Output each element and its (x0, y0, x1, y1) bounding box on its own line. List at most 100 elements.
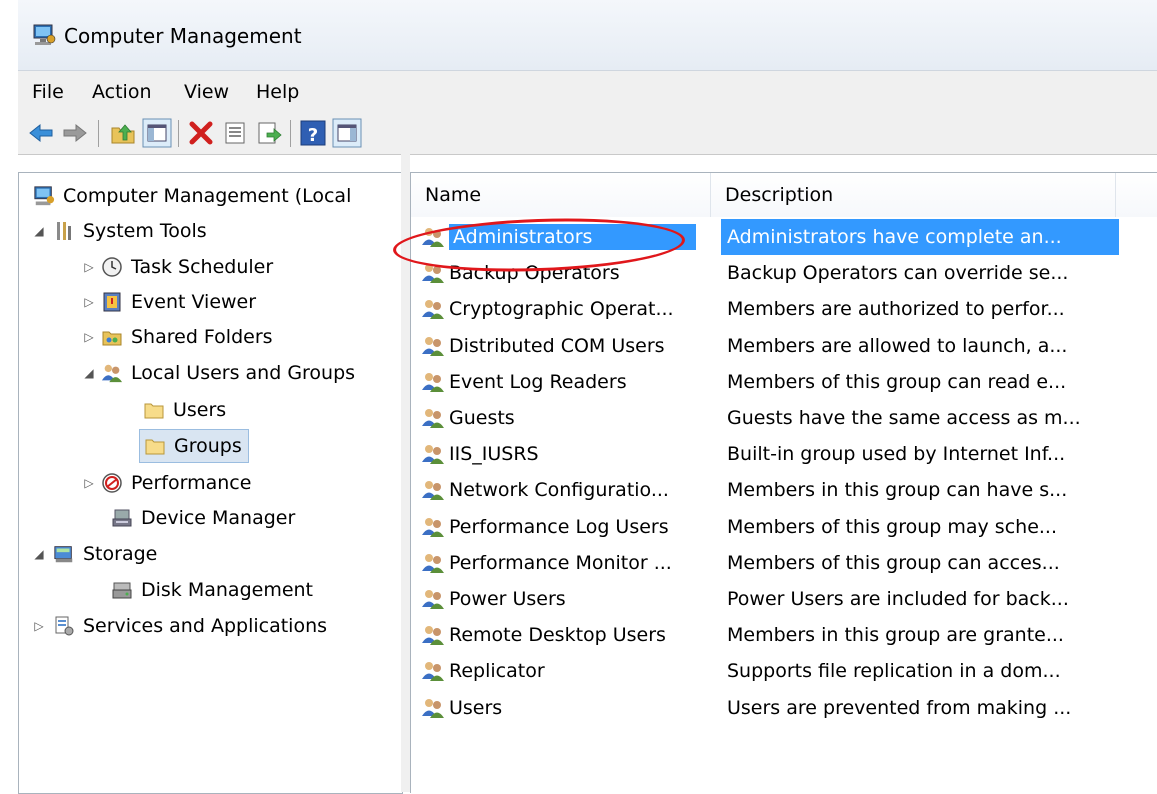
list-item[interactable]: IIS_IUSRS Built-in group used by Internet… (411, 436, 1157, 472)
forward-icon[interactable] (60, 118, 90, 148)
list-item[interactable]: Event Log Readers Members of this group c… (411, 364, 1157, 400)
collapsed-arrow-icon[interactable]: ▷ (81, 260, 97, 274)
tree-item-performance[interactable]: ▷ Performance (81, 466, 251, 500)
toolbar-separator (290, 120, 291, 147)
delete-icon[interactable] (186, 118, 216, 148)
list-item[interactable]: Performance Monitor ... Members of this g… (411, 545, 1157, 581)
window-left-edge (0, 154, 18, 792)
group-icon (422, 698, 444, 718)
list-item[interactable]: Replicator Supports file replication in a… (411, 653, 1157, 689)
folder-icon (145, 439, 165, 455)
event-viewer-icon (103, 292, 121, 312)
shared-folder-icon (102, 331, 122, 346)
group-icon (422, 300, 444, 320)
tree-label: System Tools (83, 220, 207, 242)
group-name-cell: Performance Log Users (421, 509, 669, 545)
column-header-label: Name (425, 184, 482, 206)
list-item[interactable]: Performance Log Users Members of this gro… (411, 509, 1157, 545)
disk-management-icon (112, 582, 132, 599)
group-name: IIS_IUSRS (449, 443, 539, 466)
system-tools-icon (57, 222, 71, 240)
group-icon (422, 481, 444, 501)
tree-item-root[interactable]: Computer Management (Local (33, 179, 351, 213)
list-item[interactable]: Power Users Power Users are included for … (411, 581, 1157, 617)
list-item[interactable]: Network Configuratio... Members in this g… (411, 472, 1157, 508)
group-description: Members are allowed to launch, a... (727, 334, 1068, 357)
group-name-cell: Power Users (421, 581, 566, 617)
group-name: Remote Desktop Users (449, 624, 666, 647)
group-name: Event Log Readers (449, 370, 627, 393)
toolbar-separator (178, 120, 179, 147)
group-icon (422, 336, 444, 356)
menu-help[interactable]: Help (256, 81, 299, 103)
list-item[interactable]: Users Users are prevented from making ... (411, 690, 1157, 726)
group-description: Supports file replication in a dom... (727, 660, 1061, 683)
column-header-name[interactable]: Name (411, 173, 711, 217)
collapsed-arrow-icon[interactable]: ▷ (31, 619, 47, 633)
group-icon (422, 409, 444, 428)
show-hide-action-pane-icon[interactable] (332, 118, 362, 148)
menu-action[interactable]: Action (92, 81, 152, 103)
tree-label: Groups (174, 435, 242, 457)
back-icon[interactable] (26, 118, 56, 148)
group-name-cell: Replicator (421, 653, 545, 689)
group-name: Distributed COM Users (449, 334, 665, 357)
group-description: Backup Operators can override se... (727, 262, 1069, 285)
list-item[interactable]: Guests Guests have the same access as m..… (411, 400, 1157, 436)
group-name: Replicator (449, 660, 545, 683)
tree-item-event-viewer[interactable]: ▷ Event Viewer (81, 285, 256, 319)
group-icon (422, 517, 444, 537)
tree-label: Services and Applications (83, 615, 328, 637)
clock-icon (102, 257, 122, 277)
list-item[interactable]: Cryptographic Operat... Members are autho… (411, 291, 1157, 327)
tree-item-shared-folders[interactable]: ▷ Shared Folders (81, 320, 272, 354)
group-name: Performance Log Users (449, 515, 669, 538)
group-description: Members of this group can read e... (727, 370, 1067, 393)
menu-file[interactable]: File (32, 81, 64, 103)
group-name: Users (449, 696, 503, 719)
menu-bar: File Action View Help (18, 70, 1157, 113)
tree-label: Storage (83, 543, 158, 565)
storage-icon (54, 546, 73, 563)
tree-label: Performance (131, 472, 252, 494)
properties-icon[interactable] (220, 118, 250, 148)
group-icon (422, 445, 444, 465)
group-name-cell: Users (421, 690, 502, 726)
export-list-icon[interactable] (254, 118, 284, 148)
tree-item-storage[interactable]: ◢ Storage (31, 537, 157, 571)
show-hide-console-tree-icon[interactable] (142, 118, 172, 148)
tree-item-disk-management[interactable]: Disk Management (111, 573, 313, 607)
group-description: Guests have the same access as m... (727, 407, 1081, 429)
tree-label: Local Users and Groups (131, 362, 356, 384)
menu-view[interactable]: View (184, 81, 229, 103)
group-description: Built-in group used by Internet Inf... (727, 443, 1066, 466)
expanded-arrow-icon[interactable]: ◢ (31, 224, 47, 238)
tree-item-services-apps[interactable]: ▷ Services and Applications (31, 609, 327, 643)
tree-item-local-users-groups[interactable]: ◢ Local Users and Groups (81, 356, 355, 390)
group-description: Members in this group are grante... (727, 624, 1064, 647)
tree-item-system-tools[interactable]: ◢ System Tools (31, 214, 207, 248)
column-header-description[interactable]: Description (711, 173, 1116, 217)
column-header-empty (1116, 173, 1157, 217)
tree-label: Computer Management (Local (63, 185, 352, 207)
users-group-icon (101, 364, 123, 383)
toolbar: ? (18, 112, 1157, 155)
tree-item-task-scheduler[interactable]: ▷ Task Scheduler (81, 250, 273, 284)
list-item[interactable]: Remote Desktop Users Members in this grou… (411, 617, 1157, 653)
tree-item-users[interactable]: Users (143, 393, 226, 427)
help-icon[interactable]: ? (298, 118, 328, 148)
group-name-cell: IIS_IUSRS (421, 436, 539, 472)
collapsed-arrow-icon[interactable]: ▷ (81, 295, 97, 309)
list-item[interactable]: Distributed COM Users Members are allowed… (411, 328, 1157, 364)
group-description: Members of this group may sche... (727, 515, 1058, 538)
tree-item-groups[interactable]: Groups (139, 429, 249, 463)
computer-management-icon (33, 24, 56, 45)
console-tree[interactable]: Computer Management (Local ◢ System Tool… (18, 172, 403, 794)
collapsed-arrow-icon[interactable]: ▷ (81, 330, 97, 344)
expanded-arrow-icon[interactable]: ◢ (31, 547, 47, 561)
computer-management-icon (34, 186, 55, 206)
collapsed-arrow-icon[interactable]: ▷ (81, 476, 97, 490)
expanded-arrow-icon[interactable]: ◢ (81, 366, 97, 380)
up-folder-icon[interactable] (108, 118, 138, 148)
tree-item-device-manager[interactable]: Device Manager (111, 501, 295, 535)
